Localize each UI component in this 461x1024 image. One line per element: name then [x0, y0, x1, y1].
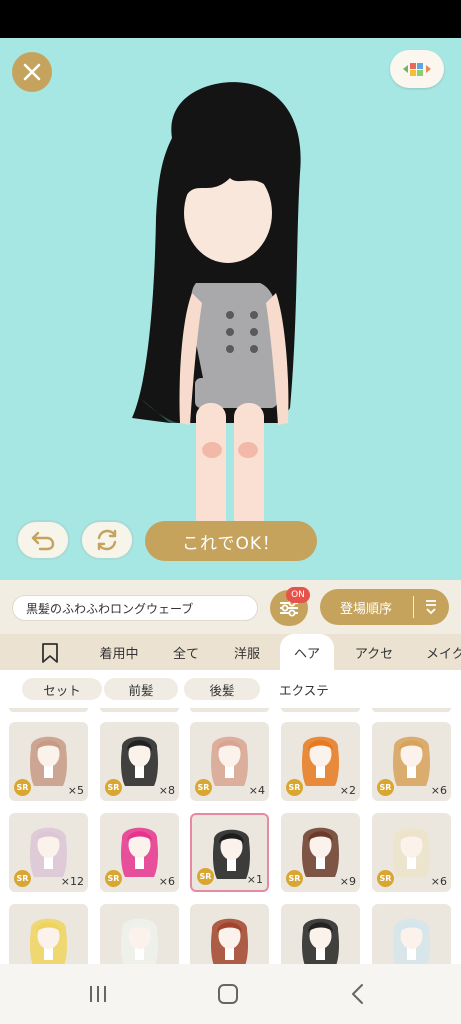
- system-navigation-bar: [0, 964, 461, 1024]
- bookmark-icon: [42, 643, 58, 663]
- hair-thumbnail: [302, 827, 339, 877]
- hair-thumbnail: [121, 736, 158, 786]
- avatar-figure: [132, 82, 301, 549]
- hair-thumbnail: [302, 736, 339, 786]
- item-count: ×6: [430, 784, 447, 797]
- item-count: ×8: [158, 784, 175, 797]
- home-icon: [218, 984, 238, 1004]
- back-button[interactable]: [340, 979, 376, 1009]
- recent-apps-button[interactable]: [80, 979, 116, 1009]
- rarity-badge: SR: [377, 779, 394, 796]
- rarity-badge: SR: [105, 870, 122, 887]
- background-color-button[interactable]: [390, 50, 444, 88]
- rarity-badge: SR: [197, 868, 214, 885]
- tab-makeup[interactable]: メイク: [412, 634, 461, 670]
- rarity-badge: SR: [105, 779, 122, 796]
- confirm-ok-button[interactable]: これでOK！: [145, 521, 317, 561]
- hair-item-card[interactable]: [190, 904, 269, 964]
- subtab-front-hair[interactable]: 前髪: [104, 678, 178, 700]
- hair-item-card[interactable]: SR ×2: [281, 722, 360, 801]
- rarity-badge: SR: [286, 870, 303, 887]
- home-button[interactable]: [210, 979, 246, 1009]
- sort-divider: [413, 596, 414, 618]
- reset-button[interactable]: [80, 520, 134, 560]
- item-card-partial: [9, 708, 88, 712]
- item-card-partial: [100, 708, 179, 712]
- item-card-partial: [190, 708, 269, 712]
- item-count: ×1: [246, 873, 263, 886]
- subtab-back-hair[interactable]: 後髪: [184, 678, 260, 700]
- back-icon: [352, 984, 363, 1004]
- rarity-badge: SR: [14, 870, 31, 887]
- category-tabs: 着用中 全て 洋服 ヘア アクセ メイク: [0, 634, 461, 670]
- hair-item-card[interactable]: [100, 904, 179, 964]
- item-count: ×6: [158, 875, 175, 888]
- hair-item-card[interactable]: SR ×5: [9, 722, 88, 801]
- item-count: ×12: [60, 875, 84, 888]
- hair-item-card[interactable]: [372, 904, 451, 964]
- tab-all[interactable]: 全て: [160, 634, 212, 670]
- sort-order-button[interactable]: 登場順序: [320, 589, 449, 625]
- hair-item-card[interactable]: SR ×6: [100, 813, 179, 892]
- hair-thumbnail: [211, 736, 248, 786]
- item-card-partial: [372, 708, 451, 712]
- palette-icon: [403, 63, 431, 76]
- hair-item-card[interactable]: SR ×9: [281, 813, 360, 892]
- hair-thumbnail: [30, 736, 67, 786]
- tab-wearing[interactable]: 着用中: [90, 634, 148, 670]
- item-count: ×2: [339, 784, 356, 797]
- hair-thumbnail: [121, 827, 158, 877]
- hair-thumbnail: [393, 918, 430, 964]
- close-icon: [23, 63, 41, 81]
- filter-bar: 黒髪のふわふわロングウェーブ ON 登場順序: [0, 580, 461, 634]
- selected-item-name: 黒髪のふわふわロングウェーブ: [12, 595, 258, 621]
- recent-apps-icon: [90, 986, 106, 1002]
- hair-thumbnail: [121, 918, 158, 964]
- hair-item-card[interactable]: [281, 904, 360, 964]
- tab-clothes[interactable]: 洋服: [222, 634, 272, 670]
- hair-thumbnail: [211, 918, 248, 964]
- bookmark-tab[interactable]: [40, 642, 60, 668]
- hair-subtabs: セット 前髪 後髪 エクステ: [0, 670, 461, 708]
- hair-thumbnail: [30, 827, 67, 877]
- status-bar: [0, 0, 461, 38]
- hair-item-card[interactable]: SR ×6: [372, 722, 451, 801]
- subtab-set[interactable]: セット: [22, 678, 102, 700]
- filter-on-badge: ON: [286, 587, 310, 603]
- hair-thumbnail: [30, 918, 67, 964]
- hair-thumbnail: [302, 918, 339, 964]
- hair-item-card[interactable]: SR ×8: [100, 722, 179, 801]
- refresh-icon: [97, 529, 117, 551]
- item-count: ×4: [248, 784, 265, 797]
- sort-order-label: 登場順序: [339, 601, 392, 617]
- hair-thumbnail: [393, 827, 430, 877]
- rarity-badge: SR: [195, 779, 212, 796]
- item-count: ×5: [67, 784, 84, 797]
- close-button[interactable]: [12, 52, 52, 92]
- subtab-extensions[interactable]: エクステ: [266, 678, 342, 700]
- undo-button[interactable]: [16, 520, 70, 560]
- hair-thumbnail: [393, 736, 430, 786]
- item-count: ×6: [430, 875, 447, 888]
- hair-item-card[interactable]: SR ×4: [190, 722, 269, 801]
- hair-item-card[interactable]: [9, 904, 88, 964]
- rarity-badge: SR: [14, 779, 31, 796]
- hair-item-card[interactable]: SR ×6: [372, 813, 451, 892]
- undo-icon: [31, 531, 55, 551]
- hair-item-card[interactable]: SR ×12: [9, 813, 88, 892]
- rarity-badge: SR: [377, 870, 394, 887]
- hair-item-card[interactable]: SR ×1: [190, 813, 269, 892]
- sort-icon[interactable]: [420, 589, 442, 625]
- avatar-stage: これでOK！: [0, 38, 461, 580]
- tab-accessories[interactable]: アクセ: [340, 634, 408, 670]
- rarity-badge: SR: [286, 779, 303, 796]
- item-count: ×9: [339, 875, 356, 888]
- item-card-partial: [281, 708, 360, 712]
- item-grid: SR ×5 SR ×8 SR ×4 SR ×2 SR ×6 SR ×12 SR ×6 SR ×1 SR ×9 SR ×…: [0, 708, 461, 964]
- tab-hair[interactable]: ヘア: [280, 634, 334, 670]
